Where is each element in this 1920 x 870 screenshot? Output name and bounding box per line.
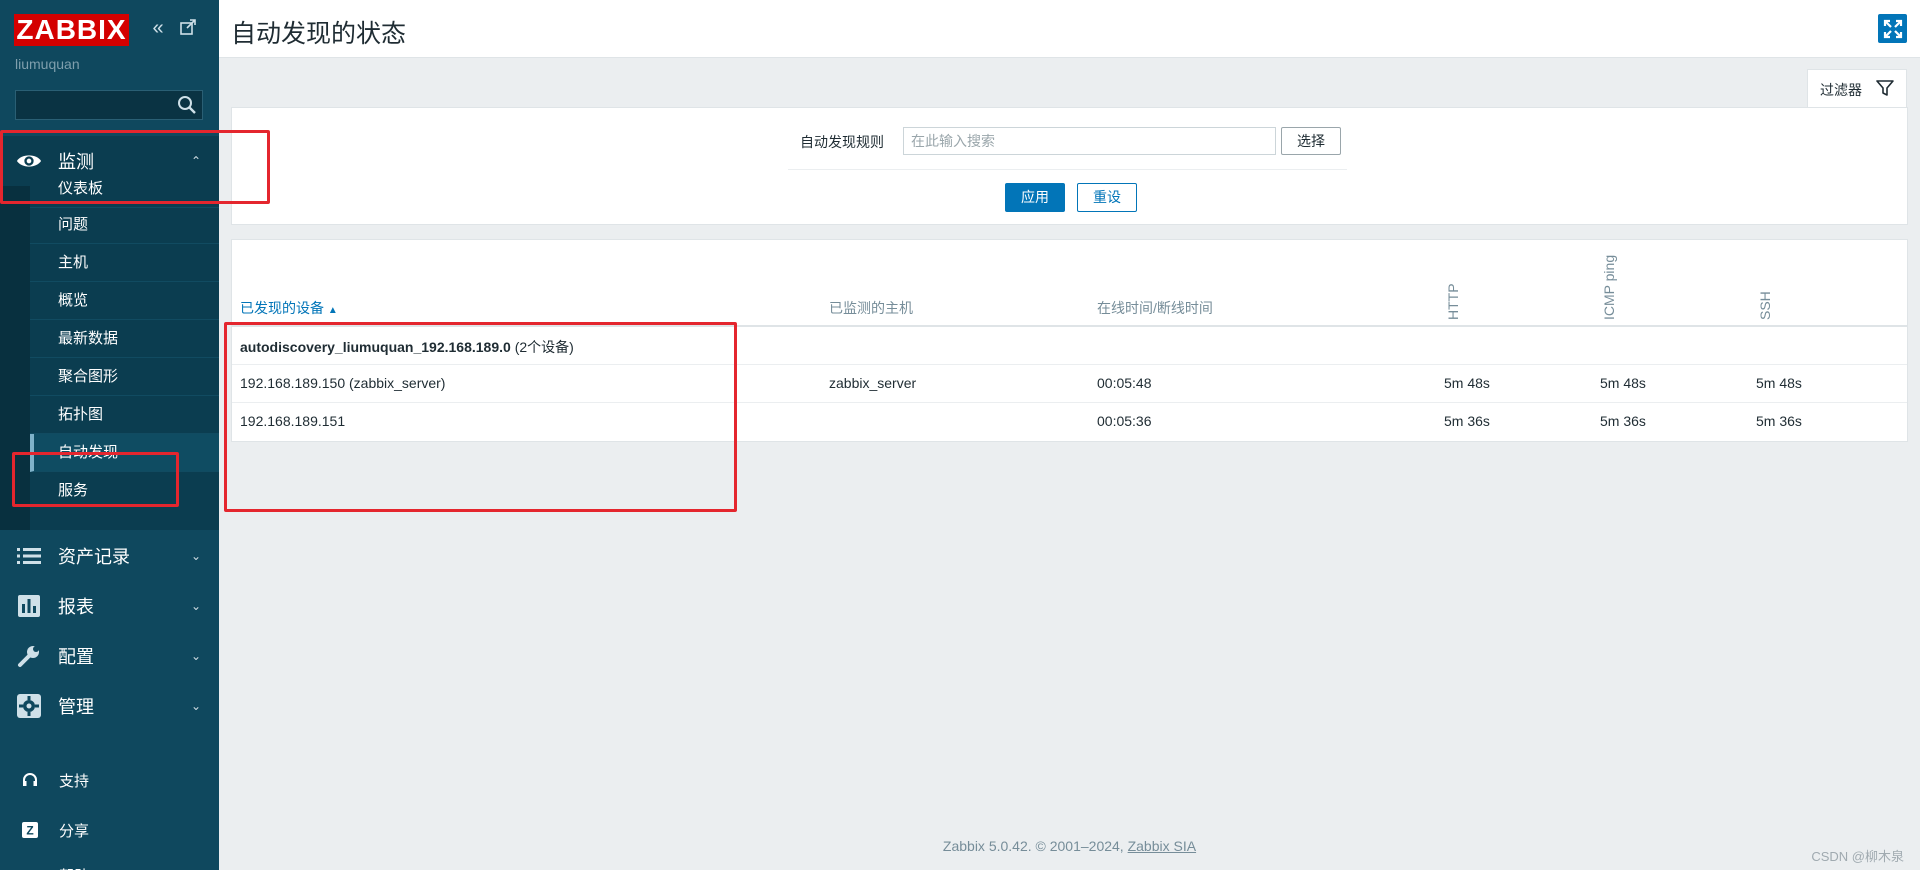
support-link[interactable]: 支持 xyxy=(0,760,219,800)
column-header-device-label: 已发现的设备 xyxy=(240,300,324,316)
annotation-box-discovery xyxy=(12,452,179,507)
share-icon: Z xyxy=(20,820,40,840)
column-header-http: HTTP xyxy=(1445,283,1461,320)
column-header-icmp-ping: ICMP ping xyxy=(1601,254,1617,320)
filter-tab-label: 过滤器 xyxy=(1820,82,1862,98)
column-header-uptime: 在线时间/断线时间 xyxy=(1097,300,1213,316)
apply-button[interactable]: 应用 xyxy=(1005,183,1065,212)
collapse-sidebar-icon[interactable]: « xyxy=(148,18,168,38)
filter-divider xyxy=(788,169,1347,170)
footer-company-link[interactable]: Zabbix SIA xyxy=(1128,838,1196,854)
wrench-icon xyxy=(16,643,42,669)
chevron-down-icon: ⌄ xyxy=(190,599,201,613)
menu-administration[interactable]: 管理 ⌄ xyxy=(0,681,219,731)
column-header-ssh: SSH xyxy=(1757,291,1773,320)
menu-inventory[interactable]: 资产记录 ⌄ xyxy=(0,531,219,581)
filter-tab[interactable]: 过滤器 xyxy=(1807,69,1907,107)
cell-http: 5m 36s xyxy=(1444,413,1490,429)
fullscreen-button[interactable] xyxy=(1878,14,1907,43)
menu-inventory-label: 资产记录 xyxy=(58,547,130,567)
filter-panel: 自动发现规则 选择 应用 重设 xyxy=(231,107,1908,225)
cell-ssh: 5m 36s xyxy=(1756,413,1802,429)
support-label: 支持 xyxy=(59,773,90,790)
fullscreen-icon xyxy=(1883,19,1902,38)
kiosk-mode-icon[interactable] xyxy=(178,18,198,38)
page-title: 自动发现的状态 xyxy=(231,20,407,48)
sort-asc-icon: ▲ xyxy=(327,305,338,316)
submenu-item-problems[interactable]: 问题 xyxy=(30,206,219,244)
submenu-item-screens[interactable]: 聚合图形 xyxy=(30,358,219,396)
submenu-item-hosts[interactable]: 主机 xyxy=(30,244,219,282)
filter-icon xyxy=(1876,79,1894,97)
discovery-rule-label: 自动发现规则 xyxy=(800,134,884,150)
select-button[interactable]: 选择 xyxy=(1281,127,1341,155)
menu-reports-label: 报表 xyxy=(58,597,94,617)
cell-uptime: 00:05:36 xyxy=(1097,413,1152,429)
cell-icmp: 5m 48s xyxy=(1600,375,1646,391)
cell-icmp: 5m 36s xyxy=(1600,413,1646,429)
menu-reports[interactable]: 报表 ⌄ xyxy=(0,581,219,631)
submenu-item-latest-data[interactable]: 最新数据 xyxy=(30,320,219,358)
help-link[interactable]: ? 帮助 xyxy=(0,855,219,870)
cell-http: 5m 48s xyxy=(1444,375,1490,391)
cell-host: zabbix_server xyxy=(829,375,917,391)
cell-uptime: 00:05:48 xyxy=(1097,375,1152,391)
submenu-item-overview[interactable]: 概览 xyxy=(30,282,219,320)
page-header: 自动发现的状态 xyxy=(219,0,1920,58)
gear-icon xyxy=(16,693,42,719)
submenu-item-maps[interactable]: 拓扑图 xyxy=(30,396,219,434)
list-icon xyxy=(16,543,42,569)
share-link[interactable]: Z 分享 xyxy=(0,810,219,850)
annotation-box-monitoring xyxy=(0,130,270,204)
bar-chart-icon xyxy=(16,593,42,619)
chevron-down-icon: ⌄ xyxy=(190,699,201,713)
reset-button[interactable]: 重设 xyxy=(1077,183,1137,212)
menu-configuration-label: 配置 xyxy=(58,647,94,667)
cell-ssh: 5m 48s xyxy=(1756,375,1802,391)
chevron-down-icon: ⌄ xyxy=(190,649,201,663)
watermark: CSDN @柳木泉 xyxy=(1811,849,1904,864)
chevron-down-icon: ⌄ xyxy=(190,549,201,563)
column-header-discovered-device[interactable]: 已发现的设备 ▲ xyxy=(240,298,338,318)
help-icon: ? xyxy=(20,865,40,870)
discovery-rule-input[interactable] xyxy=(903,127,1276,155)
menu-configuration[interactable]: 配置 ⌄ xyxy=(0,631,219,681)
column-header-monitored-host: 已监测的主机 xyxy=(829,300,913,316)
username: liumuquan xyxy=(15,56,80,72)
footer-copyright: Zabbix 5.0.42. © 2001–2024, xyxy=(942,838,1128,854)
svg-text:Z: Z xyxy=(26,824,33,838)
share-label: 分享 xyxy=(59,823,90,840)
zabbix-logo[interactable]: ZABBIX xyxy=(14,14,129,46)
help-label: 帮助 xyxy=(59,865,89,870)
headset-icon xyxy=(20,770,40,790)
page-footer: Zabbix 5.0.42. © 2001–2024, Zabbix SIA xyxy=(219,838,1920,854)
search-icon[interactable] xyxy=(176,94,198,116)
menu-administration-label: 管理 xyxy=(58,697,94,717)
sidebar-search-input[interactable] xyxy=(15,90,203,120)
annotation-box-results xyxy=(224,322,737,512)
